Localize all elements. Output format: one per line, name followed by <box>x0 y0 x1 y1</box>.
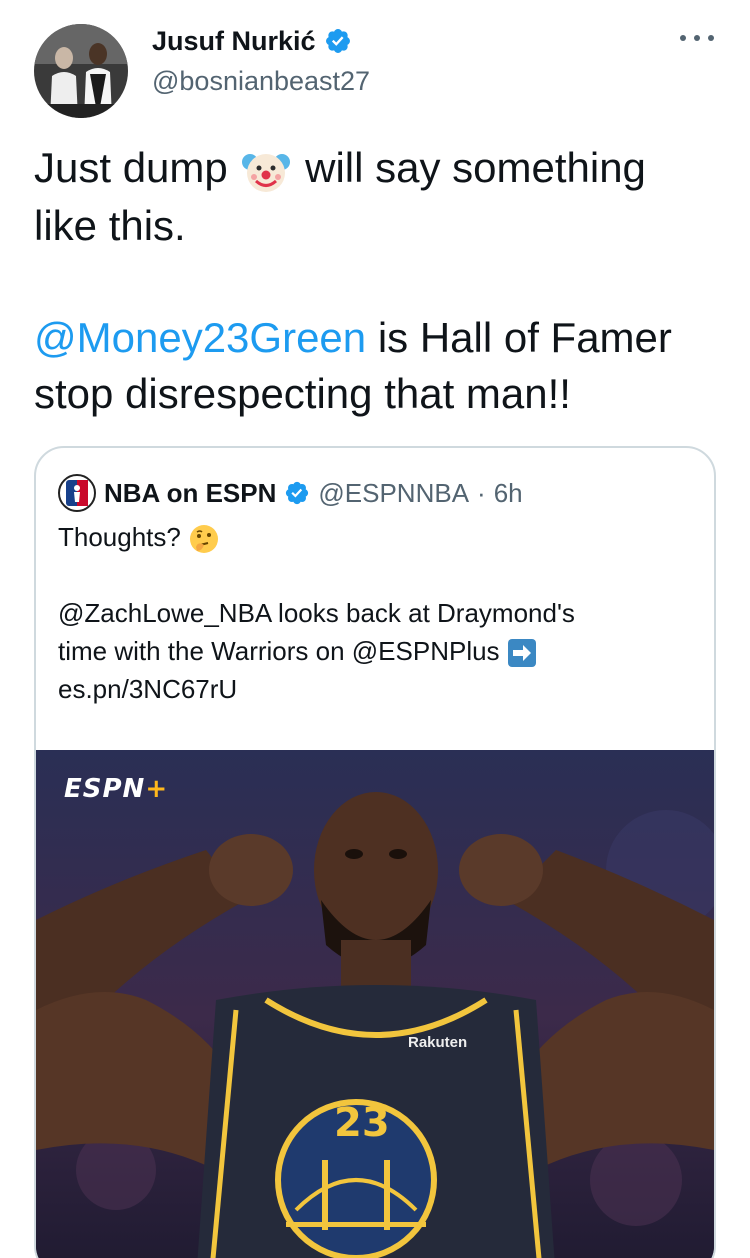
espn-logo-text: ESPN <box>64 774 146 804</box>
more-dot <box>680 35 686 41</box>
quoted-text-fragment: time with the Warriors on @ESPNPlus <box>58 636 500 666</box>
espn-plus-text: + <box>145 774 169 804</box>
quoted-separator: · <box>477 478 486 508</box>
tweet-line-1: Just dump will say something <box>34 140 724 198</box>
quoted-text: Thoughts? @ZachLowe_NBA looks back at Dr… <box>58 518 698 708</box>
clown-emoji-icon <box>242 153 291 192</box>
tweet-text-fragment: will say something <box>305 144 646 191</box>
tweet-line-4: stop disrespecting that man!! <box>34 369 571 417</box>
quoted-time[interactable]: 6h <box>494 476 523 510</box>
right-arrow-emoji-icon <box>507 639 536 668</box>
author-handle[interactable]: @bosnianbeast27 <box>152 64 370 98</box>
thinking-emoji-icon <box>190 525 219 554</box>
more-icon[interactable] <box>680 26 714 50</box>
tweet-line-3: @Money23Green is Hall of Famer <box>34 310 724 366</box>
tweet-text-fragment: is Hall of Famer <box>366 313 672 361</box>
verified-badge-icon <box>325 29 350 53</box>
verified-badge-icon <box>286 481 309 505</box>
author-name-row[interactable]: Jusuf Nurkić <box>152 24 352 58</box>
quoted-media-image[interactable]: ESPN+ Rakuten 23 <box>36 750 714 1258</box>
tweet-page: Jusuf Nurkić @bosnianbeast27 Just dump w… <box>0 0 750 1258</box>
quoted-link[interactable]: es.pn/3NC67rU <box>58 670 698 708</box>
tweet-line-2: like this. <box>34 201 186 249</box>
quoted-header: NBA on ESPN @ESPNNBA · 6h <box>58 474 523 512</box>
sponsor-patch: Rakuten <box>408 1034 468 1051</box>
quoted-avatar[interactable] <box>58 474 96 512</box>
quoted-handle[interactable]: @ESPNNBA <box>318 476 469 510</box>
quoted-line-1: Thoughts? <box>58 518 698 556</box>
quoted-line-3: time with the Warriors on @ESPNPlus <box>58 632 698 670</box>
mention-link[interactable]: @Money23Green <box>34 314 366 361</box>
nba-logo-icon <box>66 480 88 506</box>
quoted-name[interactable]: NBA on ESPN <box>104 476 276 510</box>
jersey-number: 23 <box>334 1100 390 1146</box>
quoted-paragraph-gap <box>58 556 698 594</box>
espn-plus-logo: ESPN+ <box>64 774 168 804</box>
tweet-text: Just dump will say something like this. … <box>34 140 724 422</box>
more-dot <box>694 35 700 41</box>
more-dot <box>708 35 714 41</box>
player-photo <box>36 750 714 1258</box>
tweet-text-fragment: Just dump <box>34 144 228 191</box>
quoted-line-2: @ZachLowe_NBA looks back at Draymond's <box>58 598 575 628</box>
author-name[interactable]: Jusuf Nurkić <box>152 24 316 58</box>
quoted-tweet-card[interactable]: NBA on ESPN @ESPNNBA · 6h Thoughts? @Zac… <box>34 446 716 1258</box>
quoted-text-fragment: Thoughts? <box>58 522 181 552</box>
avatar-photo <box>34 24 128 118</box>
author-avatar[interactable] <box>34 24 128 118</box>
